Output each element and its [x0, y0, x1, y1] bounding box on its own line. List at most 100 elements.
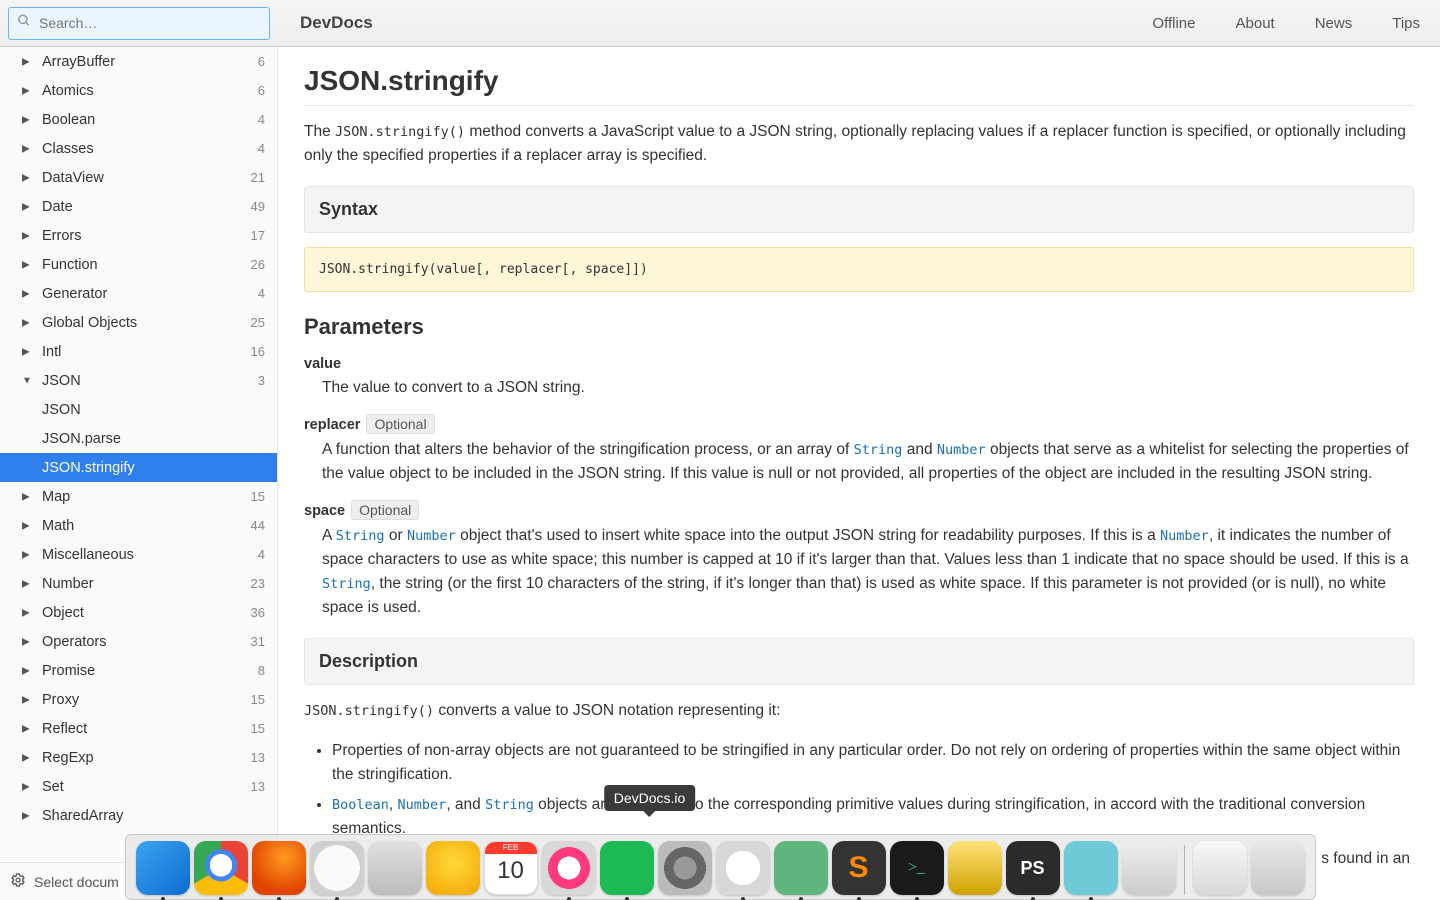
sidebar-category[interactable]: ▶Date49	[0, 192, 277, 221]
sidebar-category[interactable]: ▶Object36	[0, 598, 277, 627]
disclosure-triangle-icon[interactable]: ▶	[22, 636, 30, 647]
sidebar-tree[interactable]: ▶ArrayBuffer6▶Atomics6▶Boolean4▶Classes4…	[0, 47, 277, 862]
sidebar-category[interactable]: ▶Function26	[0, 250, 277, 279]
dock-transmit-icon[interactable]	[948, 841, 1002, 895]
sidebar-item-count: 4	[258, 112, 265, 127]
disclosure-triangle-icon[interactable]: ▶	[22, 694, 30, 705]
dock-calendar-icon[interactable]	[484, 841, 538, 895]
sidebar-category[interactable]: ▶Atomics6	[0, 76, 277, 105]
dock-safari-icon[interactable]: DevDocs.io	[310, 841, 364, 895]
disclosure-triangle-icon[interactable]: ▶	[22, 172, 30, 183]
sidebar-item-count: 3	[258, 373, 265, 388]
doc-content[interactable]: JSON.stringify The JSON.stringify() meth…	[278, 47, 1440, 900]
sidebar-item-count: 8	[258, 663, 265, 678]
disclosure-triangle-icon[interactable]: ▶	[22, 752, 30, 763]
disclosure-triangle-icon[interactable]: ▶	[22, 781, 30, 792]
sidebar-category[interactable]: ▶Set13	[0, 772, 277, 801]
disclosure-triangle-icon[interactable]: ▶	[22, 56, 30, 67]
sidebar-item-label: Object	[42, 605, 84, 621]
dock-trash-icon[interactable]	[1251, 841, 1305, 895]
disclosure-triangle-icon[interactable]: ▶	[22, 723, 30, 734]
disclosure-triangle-icon[interactable]: ▶	[22, 114, 30, 125]
nav-news[interactable]: News	[1315, 15, 1353, 32]
disclosure-triangle-icon[interactable]: ▶	[22, 810, 30, 821]
sidebar-item-label: Generator	[42, 286, 107, 302]
disclosure-triangle-icon[interactable]: ▶	[22, 665, 30, 676]
disclosure-triangle-icon[interactable]: ▶	[22, 143, 30, 154]
optional-badge: Optional	[366, 414, 434, 434]
sidebar-item-label: RegExp	[42, 750, 94, 766]
sidebar-item-label: JSON	[42, 373, 81, 389]
macos-dock: DevDocs.io	[0, 834, 1440, 900]
disclosure-triangle-icon[interactable]: ▶	[22, 259, 30, 270]
sidebar-category[interactable]: ▶ Boolean 4	[0, 105, 277, 134]
dock-phpstorm-icon[interactable]	[1006, 841, 1060, 895]
sidebar-item-count: 13	[251, 750, 265, 765]
dock-music-icon[interactable]	[542, 841, 596, 895]
dock-spotify-icon[interactable]	[600, 841, 654, 895]
gear-icon	[10, 872, 26, 891]
dock-tips-icon[interactable]	[426, 841, 480, 895]
sidebar-category[interactable]: ▶Reflect15	[0, 714, 277, 743]
sidebar-category[interactable]: ▶Operators31	[0, 627, 277, 656]
disclosure-triangle-icon[interactable]: ▶	[22, 85, 30, 96]
sidebar-entry[interactable]: JSON.stringify	[0, 453, 277, 482]
disclosure-triangle-icon[interactable]: ▶	[22, 346, 30, 357]
disclosure-triangle-icon[interactable]: ▶	[22, 317, 30, 328]
disclosure-triangle-icon[interactable]: ▶	[22, 607, 30, 618]
sidebar-category[interactable]: ▶Global Objects25	[0, 308, 277, 337]
sidebar-category[interactable]: ▶SharedArray	[0, 801, 277, 830]
sidebar-item-label: Boolean	[42, 112, 95, 128]
disclosure-triangle-icon[interactable]: ▶	[22, 549, 30, 560]
dock-finder-icon[interactable]	[136, 841, 190, 895]
sidebar-category[interactable]: ▶Math44	[0, 511, 277, 540]
sidebar-category[interactable]: ▶DataView21	[0, 163, 277, 192]
disclosure-triangle-icon[interactable]: ▶	[22, 491, 30, 502]
dock-chrome-icon[interactable]	[194, 841, 248, 895]
nav-about[interactable]: About	[1236, 15, 1275, 32]
sidebar-category[interactable]: ▶ArrayBuffer6	[0, 47, 277, 76]
dock-firefox-icon[interactable]	[252, 841, 306, 895]
dock-stack-icon[interactable]	[1193, 841, 1247, 895]
dock-settings-icon[interactable]	[658, 841, 712, 895]
dock-atom-icon[interactable]	[774, 841, 828, 895]
dock-sublime-icon[interactable]	[832, 841, 886, 895]
sidebar-item-label: Proxy	[42, 692, 79, 708]
dock-app-icon[interactable]	[1064, 841, 1118, 895]
sidebar-entry[interactable]: JSON.parse	[0, 424, 277, 453]
syntax-codebox: JSON.stringify(value[, replacer[, space]…	[304, 247, 1414, 292]
sidebar-category[interactable]: ▶Classes4	[0, 134, 277, 163]
sidebar-entry[interactable]: JSON	[0, 395, 277, 424]
dock[interactable]: DevDocs.io	[125, 834, 1316, 900]
disclosure-triangle-icon[interactable]: ▶	[22, 288, 30, 299]
search-input[interactable]	[8, 7, 270, 40]
disclosure-triangle-icon[interactable]: ▼	[22, 375, 32, 386]
disclosure-triangle-icon[interactable]: ▶	[22, 201, 30, 212]
code-inline: JSON.stringify()	[335, 124, 465, 140]
sidebar-category[interactable]: ▶Promise8	[0, 656, 277, 685]
sidebar-item-label: JSON.stringify	[42, 460, 135, 476]
dock-spotlight-icon[interactable]	[716, 841, 770, 895]
dock-iterm-icon[interactable]	[890, 841, 944, 895]
nav-offline[interactable]: Offline	[1152, 15, 1195, 32]
sidebar-category[interactable]: ▶ RegExp 13	[0, 743, 277, 772]
sidebar-category[interactable]: ▶Map15	[0, 482, 277, 511]
sidebar-category[interactable]: ▶Proxy15	[0, 685, 277, 714]
sidebar-category[interactable]: ▶ Errors 17	[0, 221, 277, 250]
sidebar-category[interactable]: ▶Intl16	[0, 337, 277, 366]
disclosure-triangle-icon[interactable]: ▶	[22, 230, 30, 241]
sidebar-category[interactable]: ▶Miscellaneous4	[0, 540, 277, 569]
sidebar-category[interactable]: ▶Generator4	[0, 279, 277, 308]
dock-utility-icon[interactable]	[1122, 841, 1176, 895]
disclosure-triangle-icon[interactable]: ▶	[22, 520, 30, 531]
sidebar-category[interactable]: ▶Number23	[0, 569, 277, 598]
sidebar-item-count: 17	[251, 228, 265, 243]
sidebar-item-label: JSON	[42, 402, 81, 418]
dock-tooltip: DevDocs.io	[604, 785, 696, 811]
nav-tips[interactable]: Tips	[1392, 15, 1420, 32]
sidebar-category[interactable]: ▼ JSON 3	[0, 366, 277, 395]
disclosure-triangle-icon[interactable]: ▶	[22, 578, 30, 589]
dock-mail-icon[interactable]	[368, 841, 422, 895]
sidebar-item-label: Errors	[42, 228, 81, 244]
sidebar-item-label: Global Objects	[42, 315, 137, 331]
